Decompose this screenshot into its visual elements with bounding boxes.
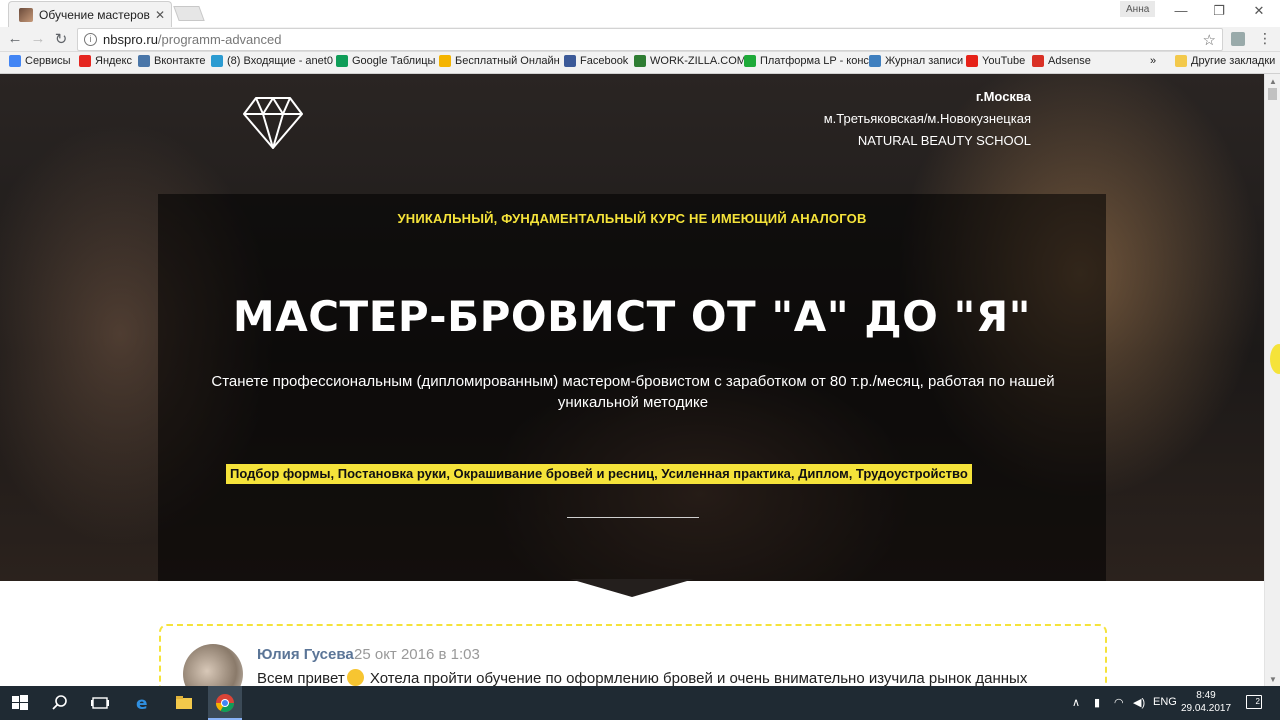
address-city: г.Москва bbox=[975, 89, 1031, 104]
back-arrow-icon[interactable]: ← bbox=[5, 30, 25, 47]
smile-emoji-icon bbox=[346, 669, 364, 686]
address-bar[interactable]: i nbspro.ru/programm-advanced ☆ bbox=[77, 28, 1223, 51]
browser-titlebar: Обучение мастеров по ✕ Анна — ❐ ✕ bbox=[0, 0, 1280, 27]
system-clock[interactable]: 8:49 29.04.2017 bbox=[1176, 689, 1236, 715]
notifications-icon[interactable]: 2 bbox=[1246, 695, 1262, 709]
folder-icon bbox=[1175, 55, 1187, 67]
bookmark-star-icon[interactable]: ☆ bbox=[1203, 31, 1216, 49]
page-scrollbar[interactable]: ▲ ▼ bbox=[1264, 74, 1280, 686]
task-view-icon[interactable] bbox=[90, 693, 110, 713]
bookmark-item[interactable]: Adsense bbox=[1032, 55, 1091, 67]
scroll-up-arrow-icon[interactable]: ▲ bbox=[1269, 77, 1277, 86]
bookmark-item[interactable]: YouTube bbox=[966, 55, 1025, 67]
clock-date: 29.04.2017 bbox=[1180, 703, 1232, 714]
power-icon[interactable]: ▮ bbox=[1094, 696, 1100, 709]
adsense-icon bbox=[1032, 55, 1044, 67]
diamond-logo-icon[interactable] bbox=[242, 96, 304, 150]
bookmark-item[interactable]: Сервисы bbox=[9, 55, 71, 67]
school-address: г.Москва м.Третьяковская/м.Новокузнецкая… bbox=[824, 86, 1031, 152]
browser-toolbar: ← → ↻ i nbspro.ru/programm-advanced ☆ ⋮ bbox=[0, 27, 1280, 52]
yclients-icon bbox=[869, 55, 881, 67]
url-host: nbspro.ru bbox=[103, 32, 158, 47]
course-features-highlight: Подбор формы, Постановка руки, Окрашиван… bbox=[226, 464, 972, 484]
windows-taskbar: e ∧ ▮ ◠ ◀) ENG 8:49 29.04.2017 2 bbox=[0, 686, 1280, 720]
url-path: /programm-advanced bbox=[157, 32, 282, 47]
windows-start-icon[interactable] bbox=[10, 693, 30, 713]
review-text-start: Всем привет bbox=[257, 670, 345, 686]
hero-subtitle: Станете профессиональным (дипломированны… bbox=[211, 373, 1055, 411]
hero-section: г.Москва м.Третьяковская/м.Новокузнецкая… bbox=[0, 74, 1264, 581]
chrome-taskbar-button[interactable] bbox=[208, 686, 242, 720]
chrome-icon bbox=[216, 694, 234, 713]
address-metro: м.Третьяковская/м.Новокузнецкая bbox=[823, 111, 1031, 126]
facebook-icon bbox=[564, 55, 576, 67]
bookmark-item[interactable]: Яндекс bbox=[79, 55, 132, 67]
bookmark-item[interactable]: Бесплатный Онлайн bbox=[439, 55, 560, 67]
page-title: МАСТЕР-БРОВИСТ ОТ "А" ДО "Я" bbox=[232, 292, 1032, 341]
volume-icon[interactable]: ◀) bbox=[1133, 696, 1145, 709]
bookmarks-overflow-button[interactable]: » bbox=[1150, 55, 1156, 67]
profile-button[interactable]: Анна bbox=[1120, 1, 1156, 17]
school-name: NATURAL BEAUTY SCHOOL bbox=[857, 133, 1031, 148]
hero-bottom-notch bbox=[570, 579, 694, 597]
minimize-icon[interactable]: — bbox=[1166, 3, 1196, 18]
wifi-icon[interactable]: ◠ bbox=[1114, 696, 1124, 709]
review-text-end: Хотела пройти обучение по оформлению бро… bbox=[365, 670, 1028, 686]
tray-expand-icon[interactable]: ∧ bbox=[1072, 696, 1080, 709]
hero-divider bbox=[567, 517, 699, 518]
file-explorer-icon[interactable] bbox=[174, 693, 194, 713]
forward-arrow-icon[interactable]: → bbox=[28, 30, 48, 47]
checkmark-icon bbox=[634, 55, 646, 67]
svg-text:e: e bbox=[136, 694, 148, 713]
scroll-thumb[interactable] bbox=[1268, 88, 1277, 100]
sheets-icon bbox=[336, 55, 348, 67]
page-viewport: г.Москва м.Третьяковская/м.Новокузнецкая… bbox=[0, 74, 1264, 686]
bars-icon bbox=[744, 55, 756, 67]
active-tab[interactable]: Обучение мастеров по ✕ bbox=[8, 1, 172, 27]
other-bookmarks[interactable]: Другие закладки bbox=[1175, 55, 1275, 67]
hero-kicker: УНИКАЛЬНЫЙ, ФУНДАМЕНТАЛЬНЫЙ КУРС НЕ ИМЕЮ… bbox=[397, 211, 867, 226]
mail-icon bbox=[211, 55, 223, 67]
chrome-store-icon bbox=[439, 55, 451, 67]
extension-icon[interactable] bbox=[1231, 32, 1245, 46]
bookmark-item[interactable]: Google Таблицы bbox=[336, 55, 435, 67]
bookmark-item[interactable]: Вконтакте bbox=[138, 55, 205, 67]
site-info-icon[interactable]: i bbox=[84, 33, 97, 46]
close-window-icon[interactable]: ✕ bbox=[1244, 3, 1274, 19]
apps-grid-icon bbox=[9, 55, 21, 67]
tab-close-icon[interactable]: ✕ bbox=[155, 8, 165, 22]
bookmark-item[interactable]: Журнал записи bbox=[869, 55, 963, 67]
tab-title: Обучение мастеров по bbox=[39, 7, 151, 22]
clock-time: 8:49 bbox=[1196, 690, 1216, 701]
yandex-icon bbox=[79, 55, 91, 67]
bookmark-item[interactable]: WORK-ZILLA.COM bbox=[634, 55, 746, 67]
maximize-icon[interactable]: ❐ bbox=[1204, 3, 1234, 19]
vk-icon bbox=[138, 55, 150, 67]
bookmark-item[interactable]: (8) Входящие - anet0 bbox=[211, 55, 333, 67]
youtube-icon bbox=[966, 55, 978, 67]
new-tab-button[interactable] bbox=[173, 6, 205, 21]
review-author-link[interactable]: Юлия Гусева bbox=[257, 646, 354, 663]
site-favicon-icon bbox=[19, 7, 33, 22]
reload-icon[interactable]: ↻ bbox=[51, 30, 71, 48]
scroll-down-arrow-icon[interactable]: ▼ bbox=[1269, 675, 1277, 684]
browser-menu-icon[interactable]: ⋮ bbox=[1258, 30, 1272, 47]
edge-browser-icon[interactable]: e bbox=[133, 693, 153, 713]
bookmark-item[interactable]: Facebook bbox=[564, 55, 628, 67]
review-text: Всем привет Хотела пройти обучение по оф… bbox=[257, 669, 1027, 686]
language-indicator[interactable]: ENG bbox=[1153, 696, 1177, 708]
bookmarks-bar: Сервисы Яндекс Вконтакте (8) Входящие - … bbox=[0, 52, 1280, 74]
search-icon[interactable] bbox=[50, 693, 70, 713]
bookmark-item[interactable]: Платформа LP - конс bbox=[744, 55, 869, 67]
review-date: 25 окт 2016 в 1:03 bbox=[354, 646, 480, 663]
